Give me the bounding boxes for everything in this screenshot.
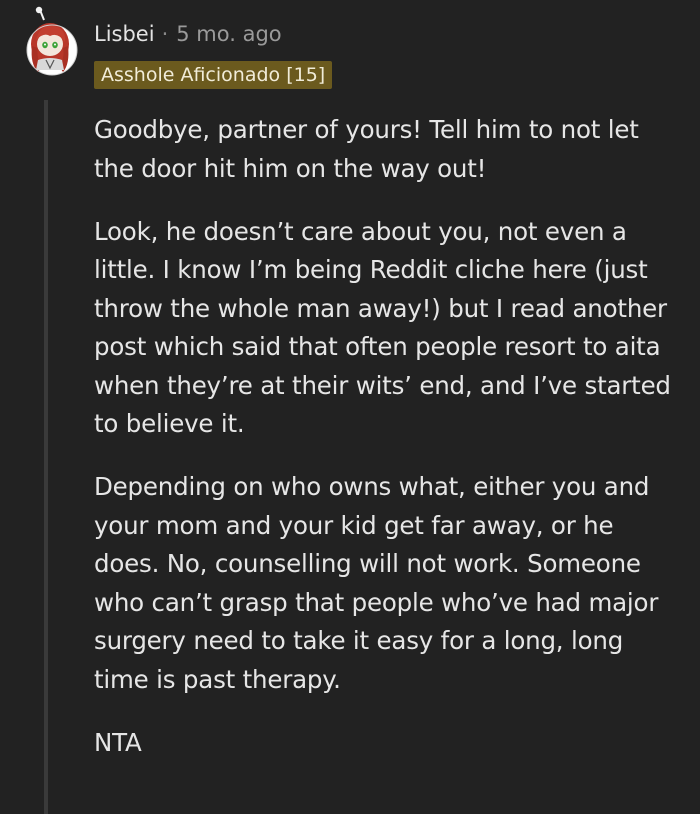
comment-paragraph: Depending on who owns what, either you a…: [94, 472, 659, 694]
meta-separator: ·: [161, 22, 169, 46]
comment-paragraph: Goodbye, partner of yours! Tell him to n…: [94, 115, 639, 183]
comment-paragraph: NTA: [94, 727, 142, 757]
user-flair: Asshole Aficionado [15]: [94, 61, 333, 89]
comment-paragraph: Look, he doesn’t care about you, not eve…: [94, 216, 671, 439]
timestamp[interactable]: 5 mo. ago: [176, 20, 281, 48]
thread-collapse-line[interactable]: [44, 100, 48, 814]
username-link[interactable]: Lisbei: [94, 20, 155, 48]
comment: Lisbei · 5 mo. ago Asshole Aficionado [1…: [0, 0, 700, 814]
snoo-avatar-icon[interactable]: [20, 6, 84, 78]
comment-header: Lisbei · 5 mo. ago: [94, 20, 282, 48]
comment-body: Goodbye, partner of yours! Tell him to n…: [94, 111, 684, 787]
